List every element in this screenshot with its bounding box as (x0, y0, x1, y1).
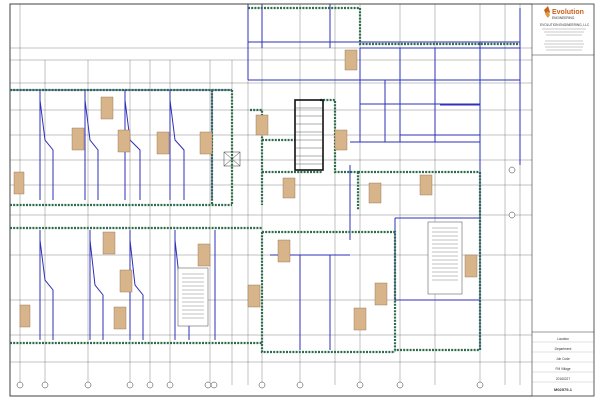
room-tag (113, 306, 127, 330)
project-date: 20160227 (556, 377, 570, 381)
company-subtitle: ENGINEERING (552, 16, 575, 20)
room-tag (277, 239, 291, 263)
notes-box-2 (427, 221, 463, 295)
title-block: Evolution ENGINEERING EVOLUTION ENGINEER… (532, 6, 594, 392)
room-tag (100, 96, 114, 120)
room-tag (419, 174, 433, 196)
drawing-number: M02579-1 (554, 387, 573, 392)
project-job-code: Job Code (556, 357, 570, 361)
drawing-frame (9, 3, 533, 397)
room-tag (247, 284, 261, 308)
grid-lines (10, 4, 532, 385)
notes-box-1 (177, 267, 209, 327)
room-tag (282, 177, 296, 199)
project-village: FM Village (556, 367, 571, 371)
room-tag (255, 114, 269, 136)
room-tag (13, 171, 25, 195)
interior-walls-blue (10, 4, 521, 350)
room-tag (368, 182, 382, 204)
company-logo: Evolution ENGINEERING (544, 6, 584, 20)
room-tag (156, 131, 170, 155)
room-tags (13, 49, 478, 331)
room-tag (374, 282, 388, 306)
address-line: EVOLUTION ENGINEERING, LLC (540, 23, 590, 27)
room-tag (71, 127, 85, 151)
project-location: Location (557, 337, 569, 341)
room-tag (353, 307, 367, 331)
room-tag (197, 243, 211, 267)
company-name: Evolution (552, 9, 584, 16)
project-department: Department (555, 347, 572, 351)
floor-plan-sheet: Evolution ENGINEERING EVOLUTION ENGINEER… (9, 3, 595, 397)
room-tag (199, 131, 213, 155)
room-tag (119, 269, 133, 293)
room-tag (334, 129, 348, 151)
room-tag (102, 231, 116, 255)
room-tag (464, 254, 478, 278)
room-tag (344, 49, 358, 71)
room-tag (117, 129, 131, 153)
room-tag (19, 304, 31, 328)
